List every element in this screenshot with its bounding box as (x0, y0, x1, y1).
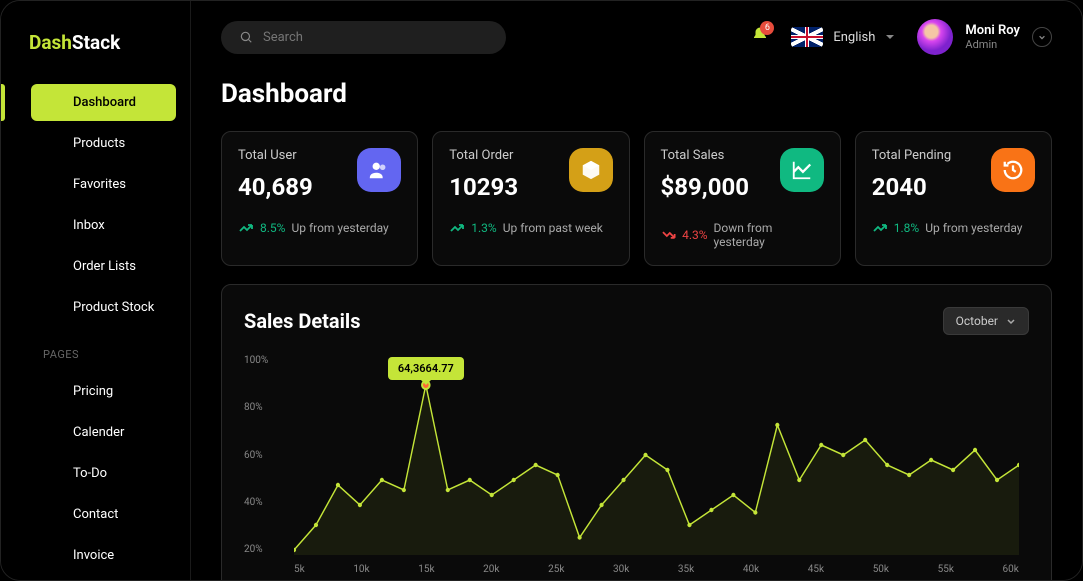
trend-text: Up from yesterday (925, 221, 1022, 235)
x-tick: 50k (873, 564, 889, 575)
page-title: Dashboard (221, 79, 1052, 109)
stat-trend: 1.8% Up from yesterday (872, 221, 1035, 235)
y-axis: 100% 80% 60% 40% 20% (244, 355, 284, 555)
header: 6 English Moni Roy Admin (191, 1, 1082, 73)
trend-down-icon (661, 228, 677, 242)
chart-title: Sales Details (244, 309, 360, 333)
sidebar-item-dashboard[interactable]: Dashboard (31, 84, 176, 121)
notifications-button[interactable]: 6 (751, 26, 769, 48)
sidebar-item-favorites[interactable]: Favorites (31, 166, 176, 203)
y-tick: 100% (244, 355, 284, 366)
nav-pages: PricingCalenderTo-DoContactInvoiceUI Ele… (1, 371, 190, 581)
logo[interactable]: DashStack (1, 31, 190, 82)
month-label: October (956, 314, 998, 328)
users-icon (357, 148, 401, 192)
stat-trend: 8.5% Up from yesterday (238, 221, 401, 235)
x-tick: 10k (353, 564, 369, 575)
stat-label: Total User (238, 148, 313, 163)
sidebar-item-contact[interactable]: Contact (31, 496, 176, 533)
sales-chart-card: Sales Details October 100% 80% 60% 40% 20% 6… (221, 284, 1052, 580)
month-selector[interactable]: October (943, 307, 1029, 335)
user-role: Admin (965, 38, 1020, 51)
flag-icon (791, 27, 823, 47)
stat-card-total-user: Total User 40,689 8.5% Up from yesterday (221, 131, 418, 266)
stats-row: Total User40,6898.5%Up from yesterdayTot… (221, 131, 1052, 266)
sidebar-item-product-stock[interactable]: Product Stock (31, 289, 176, 326)
chart-body: 100% 80% 60% 40% 20% 64,3664.77 5k 10k 15k 20k 2… (244, 355, 1029, 575)
logo-right: Stack (72, 31, 120, 54)
stat-label: Total Pending (872, 148, 951, 163)
sidebar-item-inbox[interactable]: Inbox (31, 207, 176, 244)
trend-text: Down from yesterday (714, 221, 824, 249)
trend-up-icon (872, 221, 888, 235)
sidebar-item-invoice[interactable]: Invoice (31, 537, 176, 574)
stat-value: 2040 (872, 173, 951, 201)
sidebar: DashStack Dashboard Products Favorites Inbo… (1, 1, 191, 580)
trend-pct: 1.8% (894, 221, 919, 235)
x-tick: 5k (294, 564, 305, 575)
stat-card-total-sales: Total Sales $89,000 4.3% Down from yesterda… (644, 131, 841, 266)
x-tick: 25k (548, 564, 564, 575)
y-tick: 20% (244, 544, 284, 555)
x-axis: 5k 10k 15k 20k 25k 30k 35k 40k 45k 50k 55k 60k (294, 564, 1019, 575)
trend-up-icon (238, 221, 254, 235)
logo-left: Dash (29, 31, 72, 54)
y-tick: 60% (244, 450, 284, 461)
stat-value: 10293 (449, 173, 518, 201)
search-input[interactable] (263, 30, 488, 45)
y-tick: 40% (244, 497, 284, 508)
chevron-down-icon (1006, 316, 1016, 326)
trend-pct: 4.3% (682, 228, 707, 242)
sidebar-item-order-lists[interactable]: Order Lists (31, 248, 176, 285)
stat-trend: 4.3% Down from yesterday (661, 221, 824, 249)
stat-value: 40,689 (238, 173, 313, 201)
chevron-down-icon (885, 32, 895, 42)
search-box[interactable] (221, 21, 506, 54)
pages-section-label: PAGES (1, 328, 190, 371)
clock-icon (991, 148, 1035, 192)
stat-trend: 1.3% Up from past week (449, 221, 612, 235)
trend-pct: 1.3% (471, 221, 496, 235)
trend-pct: 8.5% (260, 221, 285, 235)
x-tick: 35k (678, 564, 694, 575)
language-label: English (833, 30, 875, 45)
sidebar-item-pricing[interactable]: Pricing (31, 373, 176, 410)
x-tick: 15k (418, 564, 434, 575)
language-selector[interactable]: English (791, 27, 895, 47)
x-tick: 40k (743, 564, 759, 575)
x-tick: 45k (808, 564, 824, 575)
trend-text: Up from past week (503, 221, 603, 235)
chart-tooltip: 64,3664.77 (388, 357, 464, 380)
search-icon (239, 30, 253, 44)
notification-badge: 6 (760, 21, 774, 35)
x-tick: 55k (938, 564, 954, 575)
x-tick: 30k (613, 564, 629, 575)
stat-label: Total Order (449, 148, 518, 163)
trend-up-icon (449, 221, 465, 235)
trend-text: Up from yesterday (291, 221, 388, 235)
stat-card-total-order: Total Order 10293 1.3% Up from past week (432, 131, 629, 266)
sidebar-item-products[interactable]: Products (31, 125, 176, 162)
chevron-down-icon (1038, 33, 1046, 41)
stat-card-total-pending: Total Pending 2040 1.8% Up from yesterday (855, 131, 1052, 266)
user-menu[interactable]: Moni Roy Admin (917, 19, 1052, 55)
nav-main: Dashboard Products Favorites Inbox Order Lis… (1, 82, 190, 328)
user-chevron (1032, 27, 1052, 47)
stat-label: Total Sales (661, 148, 750, 163)
y-tick: 80% (244, 402, 284, 413)
sidebar-item-to-do[interactable]: To-Do (31, 455, 176, 492)
box-icon (569, 148, 613, 192)
sidebar-item-calender[interactable]: Calender (31, 414, 176, 451)
chart-icon (780, 148, 824, 192)
x-tick: 60k (1003, 564, 1019, 575)
avatar (917, 19, 953, 55)
plot-area[interactable]: 64,3664.77 (294, 355, 1019, 555)
x-tick: 20k (483, 564, 499, 575)
user-name: Moni Roy (965, 23, 1020, 38)
stat-value: $89,000 (661, 173, 750, 201)
